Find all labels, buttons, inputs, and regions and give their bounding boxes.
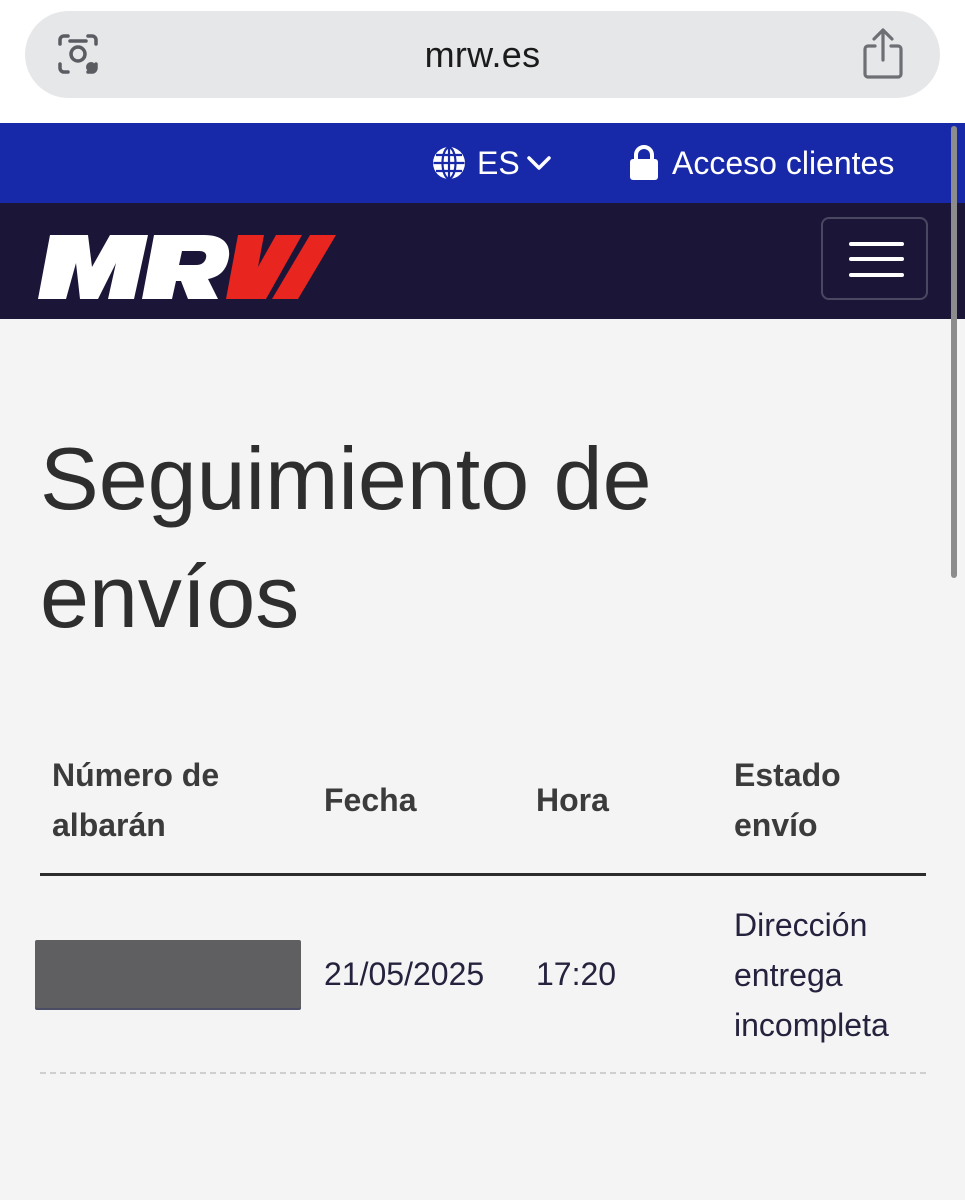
url-text[interactable]: mrw.es [25,11,940,98]
language-label: ES [477,144,520,181]
chevron-down-icon [526,156,551,170]
hamburger-menu-icon [849,242,904,246]
cell-fecha: 21/05/2025 [324,956,485,992]
visual-search-icon[interactable] [54,30,102,78]
utility-bar: ES Acceso clientes [0,123,965,203]
column-header-fecha: Fecha [324,782,417,818]
header-divider [40,873,926,876]
address-bar[interactable]: mrw.es [25,11,940,98]
hamburger-line [849,273,904,277]
hamburger-line [849,257,904,261]
language-selector[interactable]: ES [431,123,552,203]
globe-icon [433,146,465,180]
page: mrw.es ES Acceso clientes Seguimiento de… [0,0,965,1200]
mrw-logo[interactable] [36,233,336,301]
share-icon[interactable] [860,27,906,81]
row-divider [40,1072,926,1074]
client-access-link[interactable]: Acceso clientes [628,123,894,203]
site-header [0,203,965,319]
column-header-hora: Hora [536,782,609,818]
column-header-albaran: Número de albarán [52,757,220,843]
browser-toolbar: mrw.es [0,0,965,123]
lock-icon [630,145,658,180]
cell-estado: Dirección entrega incompleta [734,907,889,1043]
client-access-label: Acceso clientes [672,144,895,181]
page-title: Seguimiento de envíos [40,429,652,646]
cell-hora: 17:20 [536,956,617,992]
column-header-estado: Estado envío [734,757,841,843]
hamburger-menu-button[interactable] [821,217,928,300]
scrollbar[interactable] [951,126,957,578]
redacted-albaran [35,940,301,1008]
